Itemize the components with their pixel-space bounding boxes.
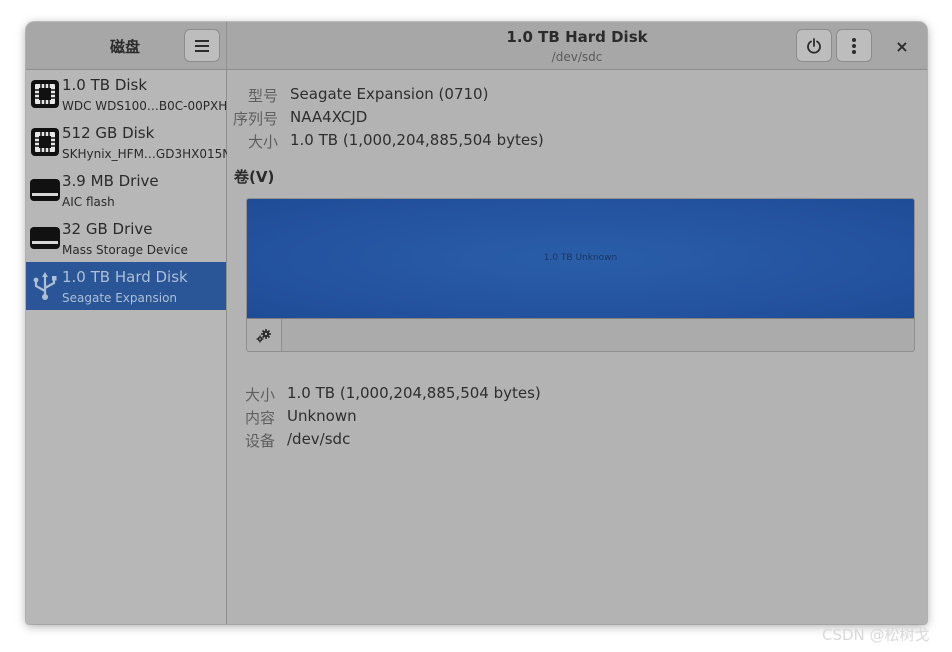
- drive-model: WDC WDS100…B0C-00PXH0: [62, 99, 235, 113]
- usb-icon: [33, 272, 57, 300]
- drive-model: Mass Storage Device: [62, 243, 188, 257]
- close-icon: ×: [895, 36, 909, 56]
- vertical-ellipsis-icon: [852, 37, 856, 54]
- drive-name: 32 GB Drive: [62, 220, 153, 238]
- gears-icon: [256, 328, 271, 342]
- sidebar-item-disk-1[interactable]: 1.0 TB Disk WDC WDS100…B0C-00PXH0: [26, 70, 235, 118]
- serial-label: 序列号: [232, 110, 278, 128]
- disks-window: 磁盘 1.0 TB Hard Disk /dev/sdc × 1.0 TB Di…: [26, 22, 927, 624]
- menu-button[interactable]: [184, 29, 220, 62]
- sidebar-item-drive-3[interactable]: 3.9 MB Drive AIC flash: [26, 166, 226, 214]
- sidebar-item-drive-4[interactable]: 32 GB Drive Mass Storage Device: [26, 214, 226, 262]
- partition-size-label: 大小: [244, 386, 275, 404]
- contents-label: 内容: [244, 409, 275, 427]
- serial-value: NAA4XCJD: [290, 108, 368, 126]
- sidebar-header: 磁盘: [26, 22, 227, 70]
- partition-label: 1.0 TB Unknown: [543, 253, 618, 263]
- header-bar: 磁盘 1.0 TB Hard Disk /dev/sdc ×: [26, 22, 927, 70]
- partition-size-value: 1.0 TB (1,000,204,885,504 bytes): [287, 384, 541, 402]
- drive-name: 1.0 TB Hard Disk: [62, 268, 188, 286]
- power-button[interactable]: [796, 29, 832, 62]
- volume-map: 1.0 TB Unknown: [246, 198, 915, 352]
- size-label: 大小: [247, 133, 278, 151]
- partition-settings-button[interactable]: [247, 319, 282, 351]
- more-options-button[interactable]: [836, 29, 872, 62]
- device-label: 设备: [244, 432, 275, 450]
- drive-details-pane: 型号 Seagate Expansion (0710) 序列号 NAA4XCJD…: [227, 70, 927, 624]
- drive-icon: [30, 179, 60, 201]
- sidebar-item-hard-disk[interactable]: 1.0 TB Hard Disk Seagate Expansion: [26, 262, 226, 310]
- hamburger-menu-icon: [195, 39, 209, 52]
- drive-model: Seagate Expansion: [62, 291, 178, 305]
- model-value: Seagate Expansion (0710): [290, 85, 489, 103]
- chip-icon: [31, 80, 59, 108]
- drive-name: 3.9 MB Drive: [62, 172, 159, 190]
- power-icon: [807, 37, 821, 54]
- partition-block[interactable]: 1.0 TB Unknown: [247, 199, 914, 319]
- volumes-heading: 卷(V): [234, 168, 275, 186]
- size-value: 1.0 TB (1,000,204,885,504 bytes): [290, 131, 544, 149]
- close-button[interactable]: ×: [890, 34, 914, 58]
- device-value: /dev/sdc: [287, 430, 351, 448]
- contents-value: Unknown: [287, 407, 357, 425]
- chip-icon: [31, 128, 59, 156]
- drive-icon: [30, 227, 60, 249]
- drive-model: AIC flash: [62, 195, 115, 209]
- model-label: 型号: [247, 87, 278, 105]
- drive-name: 512 GB Disk: [62, 124, 155, 142]
- sidebar-item-disk-2[interactable]: 512 GB Disk SKHynix_HFM…GD3HX015N: [26, 118, 231, 166]
- drive-model: SKHynix_HFM…GD3HX015N: [62, 147, 232, 161]
- drive-name: 1.0 TB Disk: [62, 76, 148, 94]
- drive-list: 1.0 TB Disk WDC WDS100…B0C-00PXH0 512 GB…: [26, 70, 235, 624]
- watermark: CSDN @松树戈: [822, 626, 930, 644]
